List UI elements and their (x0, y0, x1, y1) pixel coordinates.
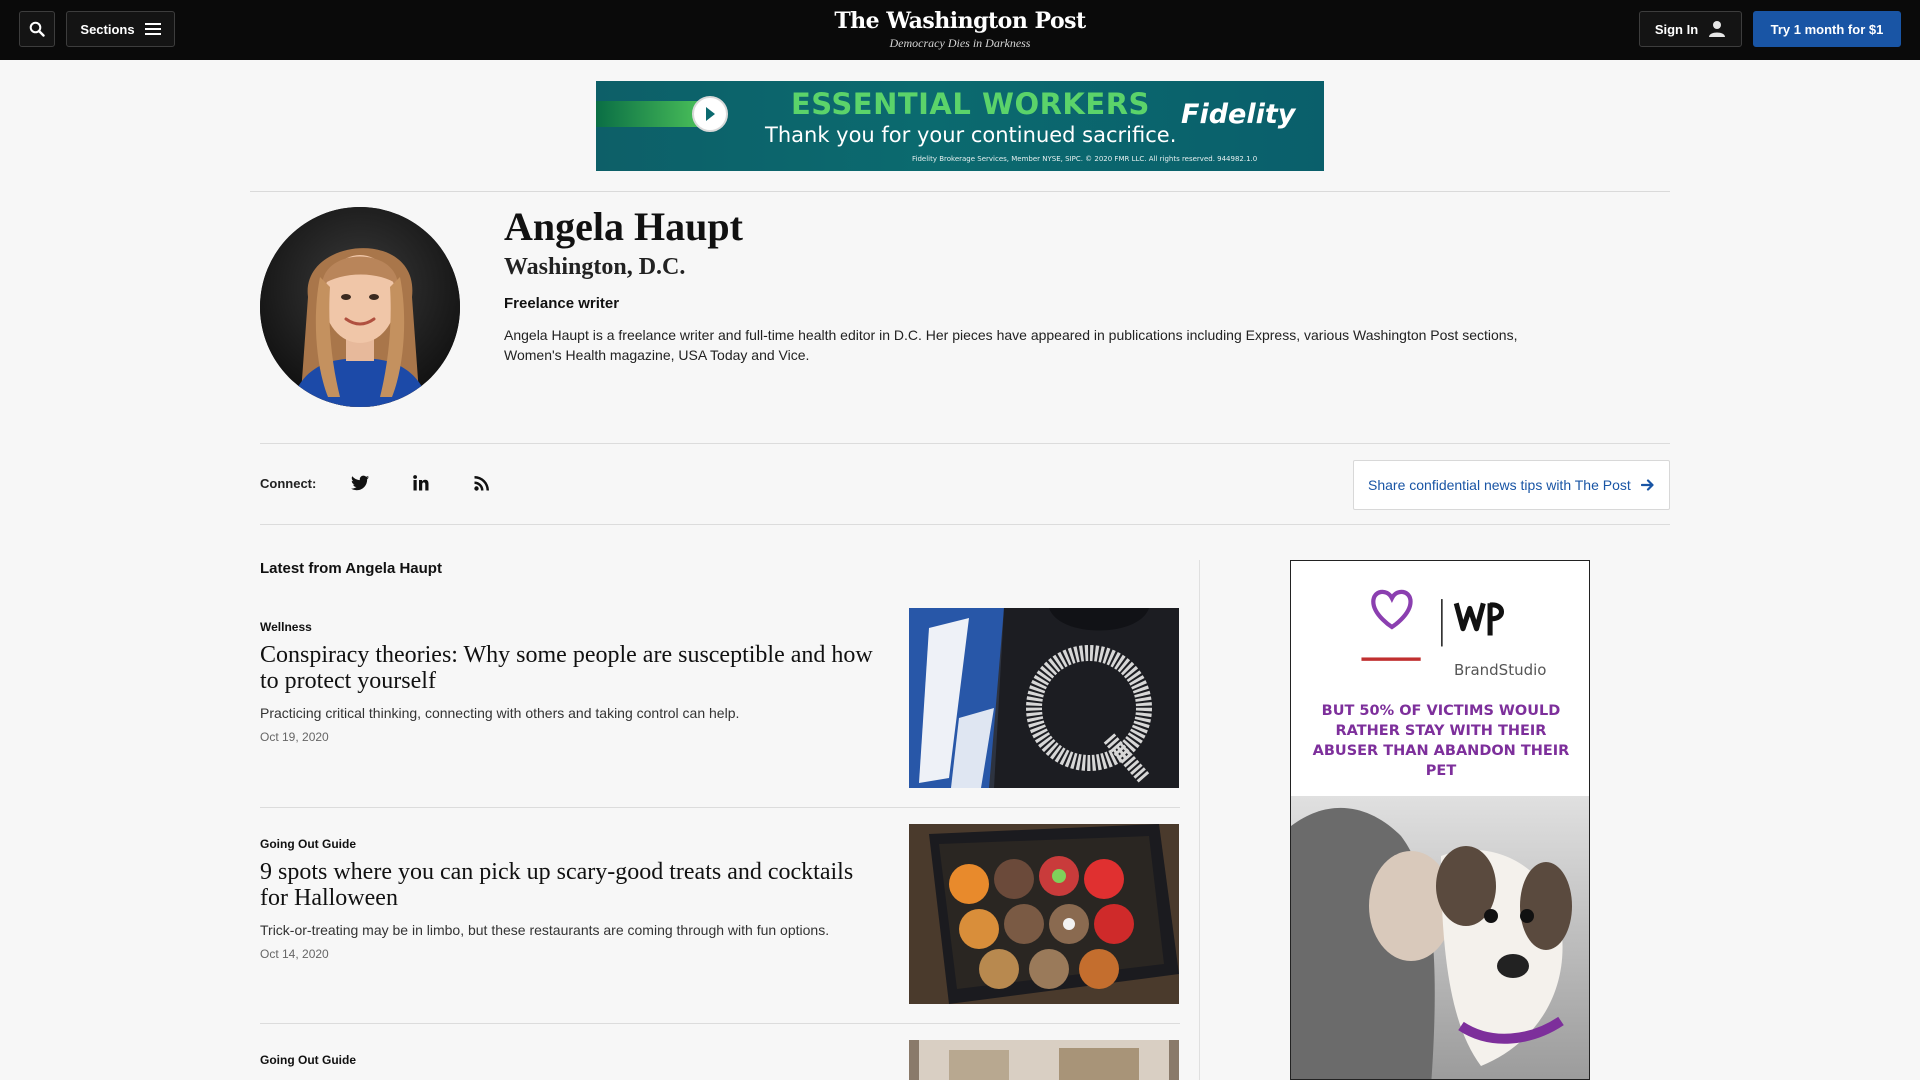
site-logo: The Washington Post (834, 8, 1086, 34)
sign-in-label: Sign In (1654, 21, 1699, 37)
linkedin-icon (413, 475, 429, 491)
divider (260, 1023, 1180, 1024)
twitter-icon (351, 475, 369, 491)
divider (260, 807, 1180, 808)
author-name: Angela Haupt (504, 204, 743, 249)
story-thumbnail[interactable] (909, 1040, 1179, 1080)
author-avatar (260, 207, 460, 407)
story-headline[interactable]: Conspiracy theories: Why some people are… (260, 642, 880, 694)
ad-green-bar (596, 101, 706, 127)
ad-headline: ESSENTIAL WORKERS (791, 87, 1150, 121)
ad-fineprint: Fidelity Brokerage Services, Member NYSE… (912, 155, 1258, 163)
user-icon (1709, 21, 1726, 37)
divider (260, 524, 1670, 525)
author-bio: Angela Haupt is a freelance writer and f… (504, 327, 1518, 363)
ad-photo (1291, 796, 1589, 1079)
story-date: Oct 14, 2020 (260, 947, 329, 961)
story-card[interactable]: Wellness Conspiracy theories: Why some p… (260, 608, 1180, 808)
rss-icon (474, 476, 489, 491)
ad-brand: Fidelity (1181, 99, 1296, 130)
arrow-right-icon (1640, 479, 1654, 491)
story-kicker[interactable]: Going Out Guide (260, 1053, 356, 1067)
top-banner-ad[interactable]: ESSENTIAL WORKERS Thank you for your con… (596, 81, 1324, 171)
connect-label: Connect: (260, 476, 317, 491)
story-blurb: Trick-or-treating may be in limbo, but t… (260, 922, 830, 938)
story-thumbnail[interactable] (909, 608, 1179, 788)
story-date: Oct 19, 2020 (260, 730, 329, 744)
twitter-link[interactable] (349, 472, 371, 494)
story-kicker[interactable]: Wellness (260, 620, 312, 634)
rss-link[interactable] (471, 472, 493, 494)
top-navigation: Sections The Washington Post Democracy D… (0, 0, 1920, 60)
hamburger-icon (144, 23, 161, 35)
trial-label: Try 1 month for $1 (1770, 21, 1884, 37)
play-arrow-icon (692, 96, 728, 132)
story-headline[interactable]: 9 spots where you can pick up scary-good… (260, 859, 880, 911)
site-tagline: Democracy Dies in Darkness (889, 36, 1031, 50)
sidebar-ad[interactable]: BrandStudio BUT 50% OF VICTIMS WOULD RAT… (1290, 560, 1590, 1080)
author-location: Washington, D.C. (504, 254, 686, 280)
divider (250, 191, 1670, 192)
author-role: Freelance writer (504, 295, 620, 312)
ad-subline: Thank you for your continued sacrifice. (765, 123, 1177, 147)
story-card[interactable]: Going Out Guide 9 spots where you can pi… (260, 824, 1180, 1024)
sections-button[interactable]: Sections (66, 11, 175, 47)
latest-section-title: Latest from Angela Haupt (260, 560, 442, 577)
share-news-tips-button[interactable]: Share confidential news tips with The Po… (1353, 460, 1670, 510)
masthead[interactable]: The Washington Post Democracy Dies in Da… (760, 8, 1160, 51)
ad-logos (1361, 589, 1504, 661)
search-button[interactable] (19, 11, 55, 47)
sections-label: Sections (80, 21, 135, 37)
ad-copy: BUT 50% OF VICTIMS WOULD RATHER STAY WIT… (1312, 703, 1570, 779)
subscribe-trial-button[interactable]: Try 1 month for $1 (1753, 11, 1901, 47)
story-blurb: Practicing critical thinking, connecting… (260, 705, 740, 721)
tips-label: Share confidential news tips with The Po… (1368, 477, 1631, 493)
story-thumbnail[interactable] (909, 824, 1179, 1004)
search-icon (29, 21, 45, 37)
linkedin-link[interactable] (410, 472, 432, 494)
column-divider (1199, 560, 1200, 1080)
divider (260, 443, 1670, 444)
brand-studio-label: BrandStudio (1454, 661, 1547, 679)
story-kicker[interactable]: Going Out Guide (260, 837, 356, 851)
story-card[interactable]: Going Out Guide (260, 1040, 1180, 1080)
sign-in-button[interactable]: Sign In (1639, 11, 1742, 47)
